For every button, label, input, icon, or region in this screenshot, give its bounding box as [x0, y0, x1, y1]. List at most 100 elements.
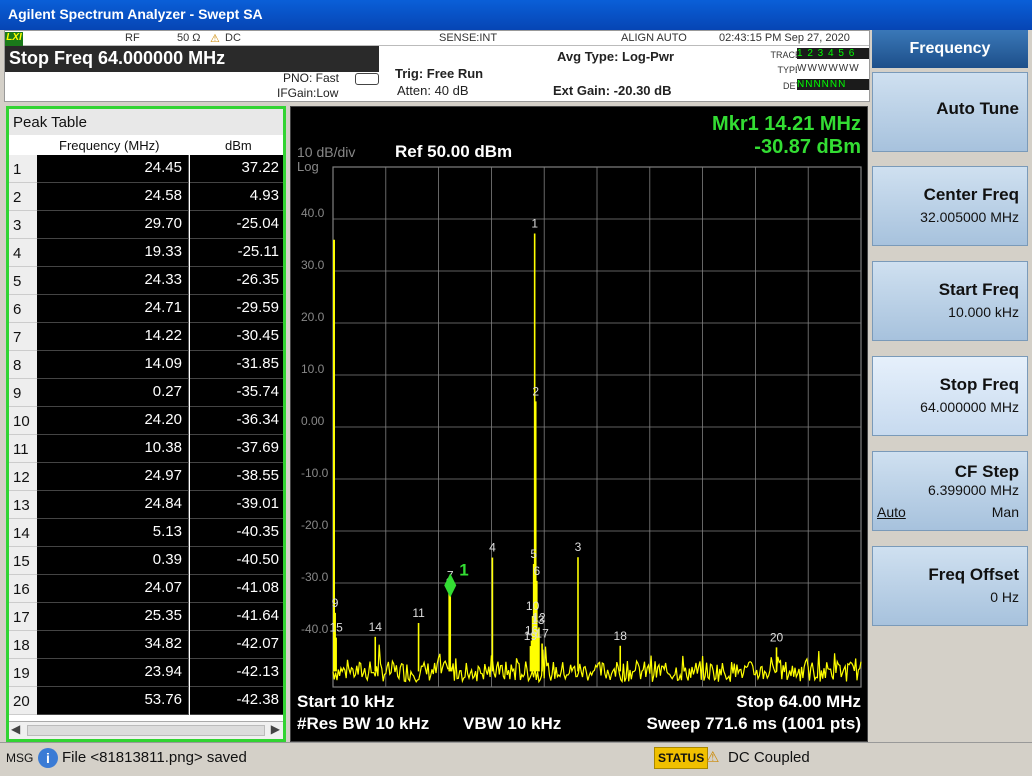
peak-table-row[interactable]: 2 24.58 4.93 — [9, 183, 283, 211]
peak-table-row[interactable]: 19 23.94 -42.13 — [9, 659, 283, 687]
spectrum-display[interactable]: 10 dB/div Log Ref 50.00 dBm Mkr1 14.21 M… — [290, 106, 868, 742]
y-tick-label: 30.0 — [301, 258, 325, 272]
vbw-label: VBW 10 kHz — [463, 714, 561, 733]
warning-icon: ⚠ — [210, 33, 220, 45]
scroll-right-icon[interactable]: ▶ — [271, 722, 280, 736]
peak-amplitude: -37.69 — [190, 435, 283, 463]
peak-frequency: 24.20 — [37, 407, 189, 435]
peak-label: 20 — [770, 630, 784, 644]
peak-table-row[interactable]: 17 25.35 -41.64 — [9, 603, 283, 631]
auto-tune-button[interactable]: Auto Tune — [872, 72, 1028, 152]
start-freq-button[interactable]: Start Freq 10.000 kHz — [872, 261, 1028, 341]
status-button[interactable]: STATUS — [654, 747, 709, 769]
softkey-value: 10.000 kHz — [948, 304, 1019, 320]
center-freq-button[interactable]: Center Freq 32.005000 MHz — [872, 166, 1028, 246]
peak-table-row[interactable]: 11 10.38 -37.69 — [9, 435, 283, 463]
marker-freq-readout: Mkr1 14.21 MHz — [712, 113, 861, 135]
peak-index: 19 — [9, 659, 37, 687]
cf-step-man-option: Man — [991, 504, 1019, 520]
peak-index: 2 — [9, 183, 37, 211]
sweep-label: Sweep 771.6 ms (1001 pts) — [646, 714, 861, 733]
marker-amp-readout: -30.87 dBm — [754, 136, 861, 158]
peak-table-row[interactable]: 8 14.09 -31.85 — [9, 351, 283, 379]
peak-index: 16 — [9, 575, 37, 603]
peak-table-row[interactable]: 16 24.07 -41.08 — [9, 575, 283, 603]
window-title-bar: Agilent Spectrum Analyzer - Swept SA — [0, 0, 1032, 30]
softkey-panel: Frequency Auto Tune Center Freq 32.00500… — [872, 30, 1032, 742]
softkey-value: 0 Hz — [990, 589, 1019, 605]
trace-label: TRACE — [770, 50, 801, 60]
peak-table-panel[interactable]: Peak Table Frequency (MHz) dBm 1 24.45 37.… — [6, 106, 286, 742]
peak-index: 18 — [9, 631, 37, 659]
y-tick-label: -10.0 — [301, 466, 329, 480]
lxi-icon: LXI — [5, 32, 23, 46]
type-values: WWWWWW — [797, 63, 869, 74]
msg-label: MSG — [6, 751, 34, 765]
col-header-frequency: Frequency (MHz) — [59, 138, 160, 153]
peak-table-row[interactable]: 12 24.97 -38.55 — [9, 463, 283, 491]
freq-offset-button[interactable]: Freq Offset 0 Hz — [872, 546, 1028, 626]
peak-table-row[interactable]: 4 19.33 -25.11 — [9, 239, 283, 267]
peak-table-row[interactable]: 10 24.20 -36.34 — [9, 407, 283, 435]
start-freq-label: Start 10 kHz — [297, 692, 394, 711]
window-title: Agilent Spectrum Analyzer - Swept SA — [8, 6, 263, 22]
peak-amplitude: -31.85 — [190, 351, 283, 379]
peak-frequency: 24.07 — [37, 575, 189, 603]
peak-frequency: 53.76 — [37, 687, 189, 715]
horizontal-scrollbar[interactable]: ◀ ▶ — [9, 721, 283, 739]
peak-table-row[interactable]: 15 0.39 -40.50 — [9, 547, 283, 575]
marker-1[interactable]: 1 — [444, 560, 469, 598]
cf-step-button[interactable]: CF Step 6.399000 MHz Auto Man — [872, 451, 1028, 531]
peak-frequency: 24.33 — [37, 267, 189, 295]
softkey-label: Stop Freq — [939, 375, 1019, 394]
active-function-readout: Stop Freq 64.000000 MHz — [5, 46, 379, 72]
stop-freq-button[interactable]: Stop Freq 64.000000 MHz — [872, 356, 1028, 436]
scroll-thumb[interactable] — [27, 725, 265, 736]
peak-amplitude: -42.38 — [190, 687, 283, 715]
y-tick-labels: 40.0 30.0 20.0 10.0 0.00 -10.0 -20.0 -30.0 -40.0 — [301, 206, 329, 636]
softkey-label: Start Freq — [938, 280, 1019, 299]
cf-step-auto-option: Auto — [877, 504, 906, 520]
message-bar: MSG i File <81813811.png> saved STATUS ⚠… — [0, 742, 1032, 776]
peak-table-row[interactable]: 3 29.70 -25.04 — [9, 211, 283, 239]
peak-amplitude: 37.22 — [190, 155, 283, 183]
y-tick-label: 40.0 — [301, 206, 325, 220]
peak-frequency: 14.22 — [37, 323, 189, 351]
peak-frequency: 23.94 — [37, 659, 189, 687]
peak-label: 4 — [489, 541, 496, 555]
peak-frequency: 5.13 — [37, 519, 189, 547]
peak-table-row[interactable]: 1 24.45 37.22 — [9, 155, 283, 183]
peak-frequency: 25.35 — [37, 603, 189, 631]
peak-table-row[interactable]: 5 24.33 -26.35 — [9, 267, 283, 295]
peak-label: 5 — [530, 547, 537, 561]
align-label: ALIGN AUTO — [621, 32, 687, 44]
y-tick-label: -20.0 — [301, 518, 329, 532]
peak-table-row[interactable]: 7 14.22 -30.45 — [9, 323, 283, 351]
warning-icon: ⚠ — [706, 749, 720, 766]
peak-table-row[interactable]: 18 34.82 -42.07 — [9, 631, 283, 659]
peak-label: 19 — [524, 629, 538, 643]
peak-frequency: 10.38 — [37, 435, 189, 463]
peak-frequency: 34.82 — [37, 631, 189, 659]
peak-table-row[interactable]: 6 24.71 -29.59 — [9, 295, 283, 323]
peak-amplitude: -29.59 — [190, 295, 283, 323]
peak-label: 14 — [369, 620, 383, 634]
scroll-left-icon[interactable]: ◀ — [11, 722, 20, 736]
peak-table-row[interactable]: 13 24.84 -39.01 — [9, 491, 283, 519]
softkey-label: Freq Offset — [928, 565, 1019, 584]
rbw-label: #Res BW 10 kHz — [297, 714, 429, 733]
y-tick-label: -40.0 — [301, 622, 329, 636]
log-label: Log — [297, 159, 319, 174]
peak-amplitude: -41.64 — [190, 603, 283, 631]
peak-index: 5 — [9, 267, 37, 295]
pno-label: PNO: Fast — [283, 71, 340, 85]
peak-table-row[interactable]: 9 0.27 -35.74 — [9, 379, 283, 407]
type-label: TYPE — [777, 65, 801, 75]
y-tick-label: 0.00 — [301, 414, 325, 428]
peak-amplitude: 4.93 — [190, 183, 283, 211]
peak-table-row[interactable]: 20 53.76 -42.38 — [9, 687, 283, 715]
peak-amplitude: -38.55 — [190, 463, 283, 491]
peak-table-row[interactable]: 14 5.13 -40.35 — [9, 519, 283, 547]
softkey-value: 6.399000 MHz — [927, 482, 1019, 498]
peak-index: 15 — [9, 547, 37, 575]
